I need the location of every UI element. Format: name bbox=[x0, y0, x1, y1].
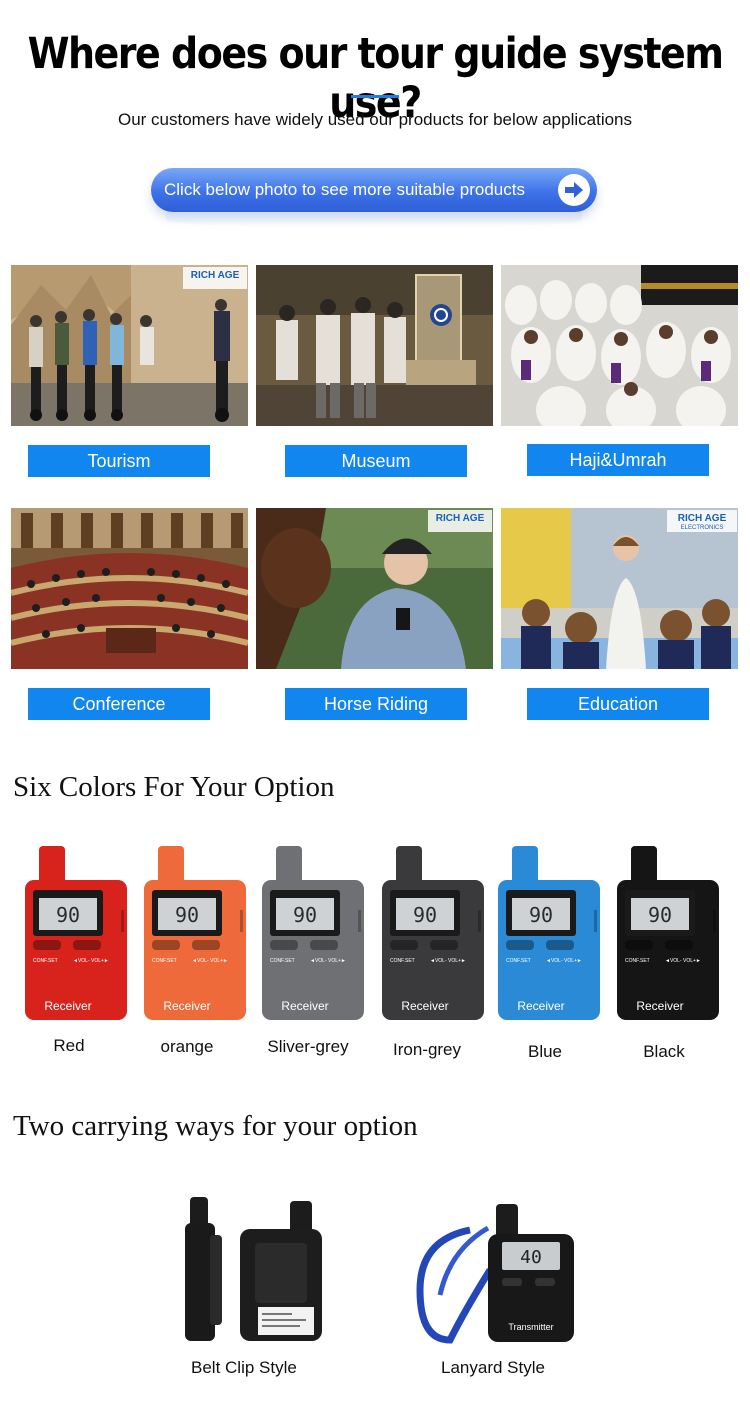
hajj-photo[interactable] bbox=[501, 265, 738, 426]
transmitter-text: Transmitter bbox=[508, 1322, 553, 1332]
lanyard-screen-text: 40 bbox=[520, 1247, 542, 1268]
horse-riding-photo[interactable]: RICH AGE bbox=[256, 508, 493, 669]
color-label-silver-grey: Sliver-grey bbox=[267, 1037, 349, 1056]
belt-clip-label: Belt Clip Style bbox=[191, 1358, 297, 1377]
svg-text:CONF.SET: CONF.SET bbox=[33, 958, 58, 964]
svg-text:Receiver: Receiver bbox=[163, 999, 210, 1013]
svg-text:90: 90 bbox=[529, 903, 553, 927]
receiver-device-black: 90 CONF.SET ◄VOL- VOL+► Receiver bbox=[617, 846, 719, 1020]
svg-text:CONF.SET: CONF.SET bbox=[625, 958, 650, 964]
svg-text:◄VOL- VOL+►: ◄VOL- VOL+► bbox=[192, 958, 228, 964]
svg-text:◄VOL- VOL+►: ◄VOL- VOL+► bbox=[430, 958, 466, 964]
tourism-photo[interactable]: RICH AGE bbox=[11, 265, 248, 426]
svg-text:CONF.SET: CONF.SET bbox=[152, 958, 177, 964]
lanyard-label: Lanyard Style bbox=[441, 1358, 545, 1377]
hajj-umrah-button[interactable]: Haji&Umrah bbox=[527, 444, 709, 476]
colors-section-title: Six Colors For Your Option bbox=[13, 771, 335, 803]
svg-text:◄VOL- VOL+►: ◄VOL- VOL+► bbox=[310, 958, 346, 964]
lanyard-device: 40 Transmitter bbox=[416, 1204, 574, 1344]
conference-button[interactable]: Conference bbox=[28, 688, 210, 720]
svg-text:90: 90 bbox=[175, 903, 199, 927]
svg-text:◄VOL- VOL+►: ◄VOL- VOL+► bbox=[665, 958, 701, 964]
receiver-device-iron-grey: 90 CONF.SET ◄VOL- VOL+► Receiver bbox=[382, 846, 484, 1020]
education-button[interactable]: Education bbox=[527, 688, 709, 720]
tourism-button[interactable]: Tourism bbox=[28, 445, 210, 477]
watermark-subtext: ELECTRONICS bbox=[681, 525, 724, 531]
watermark-text: RICH AGE bbox=[678, 513, 727, 524]
svg-text:90: 90 bbox=[293, 903, 317, 927]
conference-photo[interactable] bbox=[11, 508, 248, 669]
svg-text:◄VOL- VOL+►: ◄VOL- VOL+► bbox=[73, 958, 109, 964]
color-label-blue: Blue bbox=[527, 1042, 563, 1061]
svg-text:CONF.SET: CONF.SET bbox=[506, 958, 531, 964]
museum-photo[interactable] bbox=[256, 265, 493, 426]
svg-text:Receiver: Receiver bbox=[44, 999, 91, 1013]
svg-text:Receiver: Receiver bbox=[517, 999, 564, 1013]
svg-text:◄VOL- VOL+►: ◄VOL- VOL+► bbox=[546, 958, 582, 964]
page-subtitle: Our customers have widely used our produ… bbox=[117, 110, 633, 129]
horse-riding-button[interactable]: Horse Riding bbox=[285, 688, 467, 720]
color-label-black: Black bbox=[643, 1042, 685, 1061]
see-more-products-button[interactable]: Click below photo to see more suitable p… bbox=[151, 168, 597, 212]
receiver-device-red: 90 CONF.SET ◄VOL- VOL+► Receiver bbox=[25, 846, 127, 1020]
museum-button[interactable]: Museum bbox=[285, 445, 467, 477]
svg-text:Receiver: Receiver bbox=[636, 999, 683, 1013]
svg-text:90: 90 bbox=[648, 903, 672, 927]
color-label-red: Red bbox=[53, 1036, 85, 1055]
cta-reflection bbox=[166, 212, 582, 228]
receiver-device-orange: 90 CONF.SET ◄VOL- VOL+► Receiver bbox=[144, 846, 246, 1020]
svg-text:Receiver: Receiver bbox=[281, 999, 328, 1013]
receiver-device-sliver-grey: 90 CONF.SET ◄VOL- VOL+► Receiver bbox=[262, 846, 364, 1020]
watermark-text: RICH AGE bbox=[191, 270, 240, 281]
svg-text:CONF.SET: CONF.SET bbox=[270, 958, 295, 964]
title-divider bbox=[351, 95, 399, 98]
svg-text:Receiver: Receiver bbox=[401, 999, 448, 1013]
svg-text:90: 90 bbox=[56, 903, 80, 927]
education-photo[interactable]: RICH AGE ELECTRONICS bbox=[501, 508, 738, 669]
watermark-text: RICH AGE bbox=[436, 513, 485, 524]
color-label-orange: orange bbox=[160, 1037, 214, 1056]
svg-text:90: 90 bbox=[413, 903, 437, 927]
carry-section-title: Two carrying ways for your option bbox=[13, 1110, 418, 1142]
belt-clip-device bbox=[185, 1197, 322, 1341]
color-label-iron-grey: Iron-grey bbox=[392, 1040, 462, 1059]
svg-text:CONF.SET: CONF.SET bbox=[390, 958, 415, 964]
arrow-right-icon bbox=[558, 174, 590, 206]
color-devices: 90 CONF.SET ◄VOL- VOL+► Receiver 90 CONF.SET ◄… bbox=[25, 846, 719, 1020]
cta-label: Click below photo to see more suitable p… bbox=[164, 180, 525, 199]
receiver-device-blue: 90 CONF.SET ◄VOL- VOL+► Receiver bbox=[498, 846, 600, 1020]
